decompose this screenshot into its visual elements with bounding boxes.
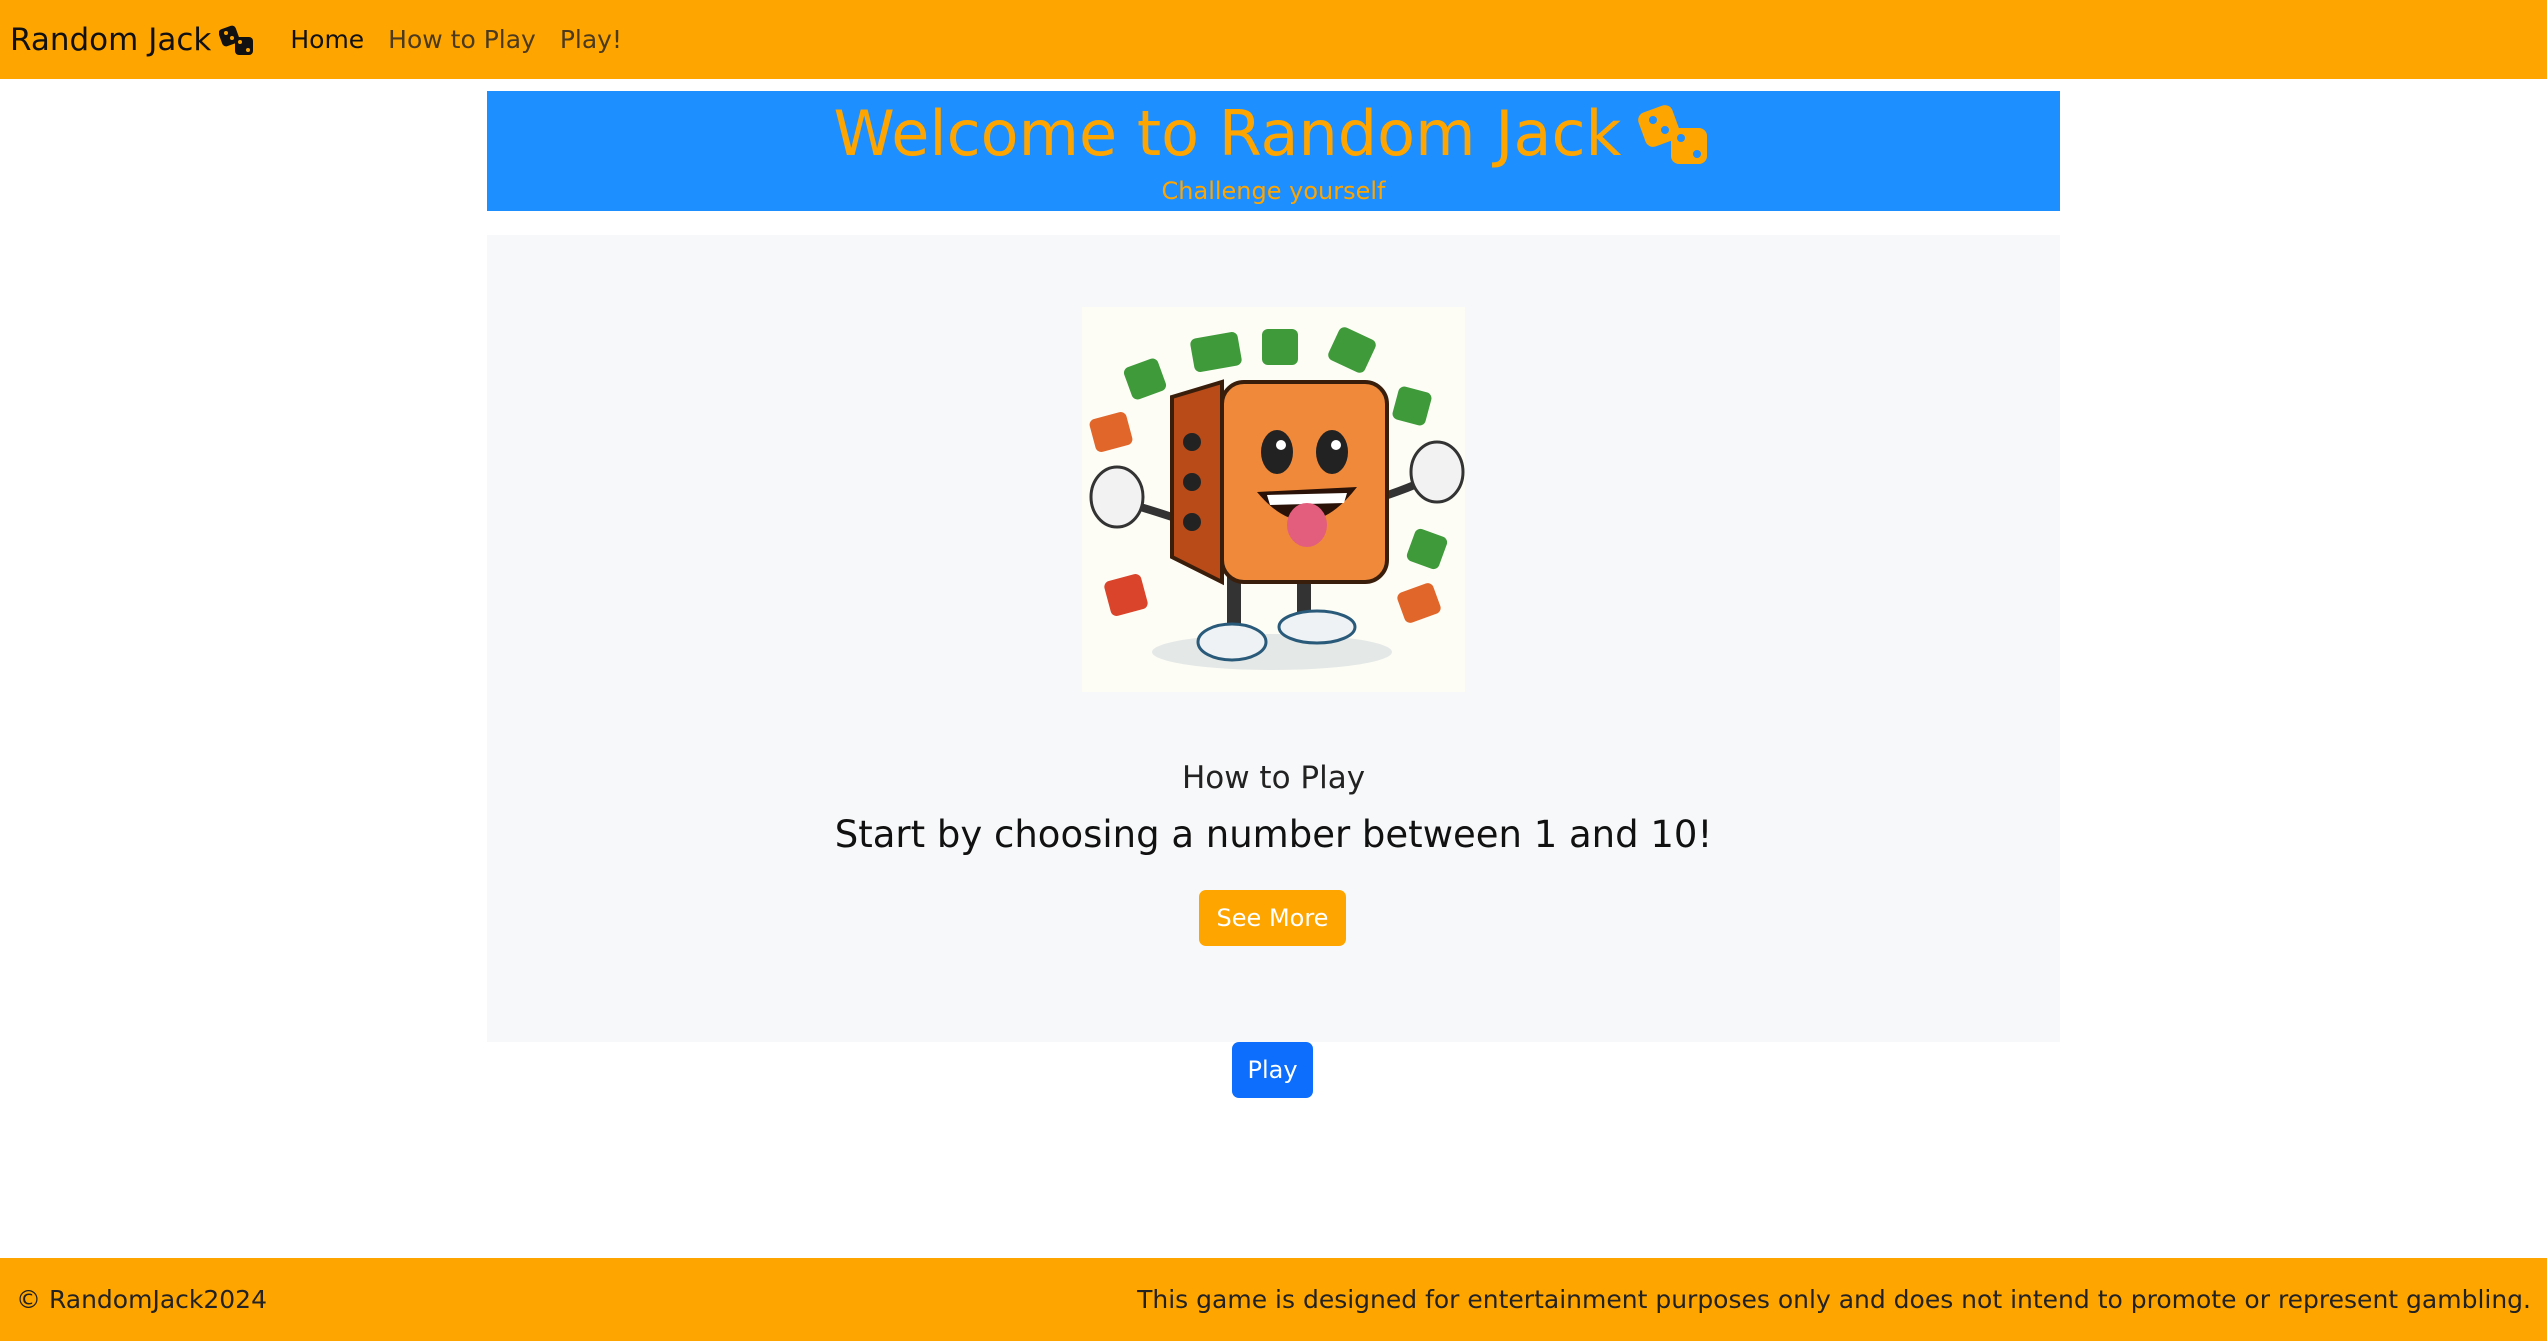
nav-how-to-play[interactable]: How to Play [388, 25, 536, 54]
page-title-text: Welcome to Random Jack [833, 97, 1622, 170]
how-to-play-card: How to Play Start by choosing a number b… [487, 235, 2060, 1042]
nav-home[interactable]: Home [290, 25, 364, 54]
page-title: Welcome to Random Jack [487, 97, 2060, 170]
header-banner: Welcome to Random Jack Challenge yoursel… [487, 91, 2060, 211]
dice-icon [1638, 104, 1708, 164]
footer-disclaimer: This game is designed for entertainment … [1137, 1285, 2531, 1314]
card-heading: How to Play [1181, 760, 1366, 796]
page-subtitle: Challenge yourself [1161, 177, 1386, 205]
dice-mascot-image [1082, 307, 1465, 692]
play-button[interactable]: Play [1232, 1042, 1313, 1098]
card-text: Start by choosing a number between 1 and… [834, 813, 1713, 856]
brand-text: Random Jack [10, 21, 212, 58]
nav-play[interactable]: Play! [560, 25, 622, 54]
navbar: Random Jack Home How to Play Play! [0, 0, 2547, 79]
footer: © RandomJack2024 This game is designed f… [0, 1258, 2547, 1341]
see-more-button[interactable]: See More [1199, 890, 1346, 946]
nav-links: Home How to Play Play! [290, 25, 646, 54]
brand-link[interactable]: Random Jack [10, 22, 255, 58]
dice-icon [219, 25, 254, 55]
footer-copyright: © RandomJack2024 [16, 1285, 267, 1314]
